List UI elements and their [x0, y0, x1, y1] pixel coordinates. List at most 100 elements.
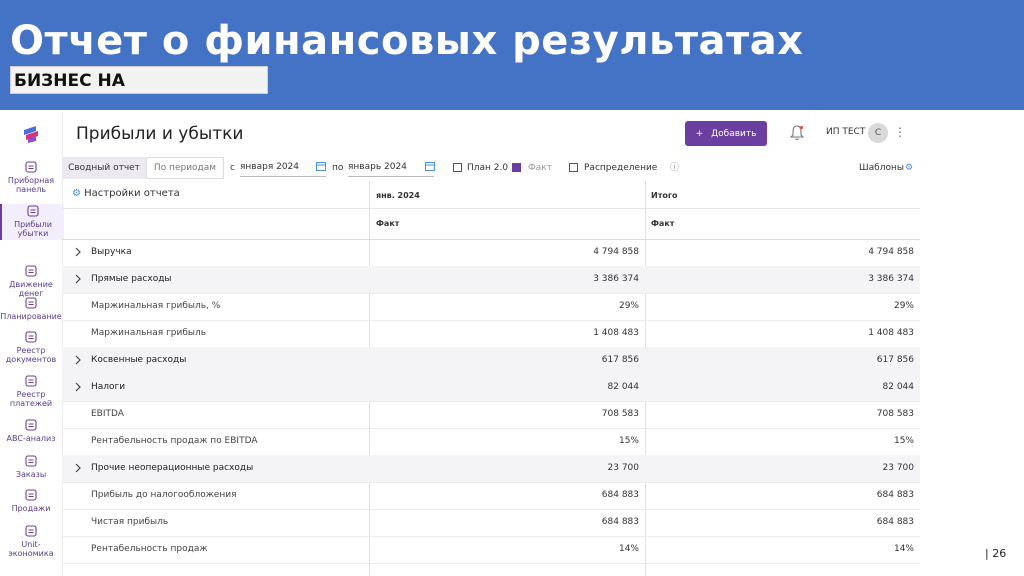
sidebar-item[interactable]: Реестр платежей — [0, 374, 62, 410]
sidebar-item-label: Реестр платежей — [9, 390, 53, 408]
sidebar-item[interactable]: Приборная панель — [0, 160, 62, 196]
chevron-right-icon[interactable] — [74, 274, 82, 284]
money-flow-icon — [25, 265, 37, 277]
brand-text: БИЗНЕС НА ЦИФРАХ — [14, 71, 125, 91]
cell-month-value: 617 856 — [601, 355, 639, 365]
tab-periods[interactable]: По периодам — [146, 157, 224, 179]
cell-month-value: 708 583 — [601, 409, 639, 419]
table-row[interactable]: Прочие неоперационные расходы 23 700 23 70… — [62, 455, 920, 483]
bell-icon[interactable] — [789, 124, 805, 142]
user-name[interactable]: ИП ТЕСТ — [826, 127, 865, 137]
chevron-right-icon[interactable] — [74, 382, 82, 392]
plan-checkbox[interactable] — [453, 163, 462, 172]
fact-label: Факт — [528, 163, 552, 173]
page-title: Прибыли и убытки — [76, 124, 244, 144]
avatar[interactable]: С — [868, 123, 888, 143]
calendar-icon[interactable] — [316, 161, 326, 171]
table-row[interactable]: Прямые расходы 3 386 374 3 386 374 — [62, 266, 920, 294]
sidebar-item-label: Приборная панель — [7, 176, 55, 194]
documents-icon — [25, 331, 37, 343]
cell-total-value: 684 883 — [876, 490, 914, 500]
payments-icon — [25, 375, 37, 387]
distribution-label: Распределение — [584, 163, 658, 173]
unit-icon — [25, 525, 37, 537]
sidebar-item[interactable]: Планирование — [0, 296, 62, 332]
row-label: Выручка — [91, 247, 132, 257]
row-label: Чистая прибыль — [91, 517, 169, 527]
cell-month-value: 14% — [618, 544, 639, 554]
sidebar-item-label: Unit-экономика — [8, 540, 54, 558]
table-row: Маржинальная грибыль, % 29% 29% — [62, 293, 920, 321]
sidebar-item[interactable]: ABC-анализ — [0, 418, 62, 454]
page-number: | 26 — [985, 547, 1007, 560]
tab-summary[interactable]: Сводный отчет — [62, 157, 146, 179]
sidebar-item[interactable]: Движение денег — [0, 264, 62, 300]
table-row: Чистая прибыль 684 883 684 883 — [62, 509, 920, 537]
cell-total-value: 14% — [893, 544, 914, 554]
cell-month-value: 15% — [618, 436, 639, 446]
calendar-icon[interactable] — [425, 161, 435, 171]
sidebar-item[interactable]: Реестр документов — [0, 330, 62, 366]
sidebar: Приборная панель Прибыли убытки Движение д… — [0, 112, 64, 576]
cell-month-value: 29% — [618, 301, 639, 311]
table-row: Маржинальная грибыль 1 408 483 1 408 483 — [62, 320, 920, 348]
slide-title: Отчет о финансовых результатах — [10, 18, 804, 64]
table-row[interactable]: Выручка 4 794 858 4 794 858 — [62, 239, 920, 267]
cell-total-value: 23 700 — [882, 463, 915, 473]
sales-icon — [25, 489, 37, 501]
chevron-right-icon[interactable] — [74, 247, 82, 257]
add-button[interactable]: + Добавить — [685, 121, 767, 146]
cell-total-value: 15% — [893, 436, 914, 446]
cell-total-value: 617 856 — [876, 355, 914, 365]
date-from-input[interactable]: января 2024 — [240, 159, 326, 177]
sidebar-item-label: ABC-анализ — [6, 434, 56, 443]
dashboard-icon — [25, 161, 37, 173]
row-label: Рентабельность продаж — [91, 544, 208, 554]
date-to-input[interactable]: январь 2024 — [348, 159, 434, 177]
sidebar-item[interactable]: Заказы — [0, 454, 62, 490]
row-label: EBITDA — [91, 409, 124, 419]
row-label: Маржинальная грибыль, % — [91, 301, 221, 311]
date-from-label: с — [230, 163, 235, 173]
cell-total-value: 82 044 — [882, 382, 915, 392]
cell-month-value: 3 386 374 — [593, 274, 639, 284]
cell-month-value: 82 044 — [607, 382, 640, 392]
cell-total-value: 1 408 483 — [868, 328, 914, 338]
cell-month-value: 4 794 858 — [593, 247, 639, 257]
sidebar-item-label: Планирование — [0, 312, 62, 321]
row-label: Маржинальная грибыль — [91, 328, 207, 338]
chevron-right-icon[interactable] — [74, 355, 82, 365]
app-window: Приборная панель Прибыли убытки Движение д… — [0, 112, 920, 576]
row-label: Прочие неоперационные расходы — [91, 463, 254, 473]
table-row: EBITDA 708 583 708 583 — [62, 401, 920, 429]
sidebar-item[interactable]: Unit-экономика — [0, 524, 62, 560]
templates-gear-icon[interactable]: ⚙ — [905, 157, 913, 179]
report-settings[interactable]: ⚙ Настройки отчета — [72, 188, 180, 199]
cell-total-value: 29% — [893, 301, 914, 311]
date-to-label: по — [332, 163, 344, 173]
row-label: Косвенные расходы — [91, 355, 187, 365]
row-label: Налоги — [91, 382, 126, 392]
chevron-right-icon[interactable] — [74, 463, 82, 473]
brand-badge: БИЗНЕС НА ЦИФРАХ — [10, 66, 268, 94]
column-header-total: Итого — [651, 191, 678, 200]
table-subheader: Факт Факт — [62, 208, 920, 240]
row-label: Прямые расходы — [91, 274, 172, 284]
sidebar-item[interactable]: Прибыли убытки — [0, 204, 64, 240]
report-toolbar: Сводный отчет По периодам с января 2024 … — [62, 157, 920, 179]
cell-total-value: 4 794 858 — [868, 247, 914, 257]
plan-label: План 2.0 — [467, 163, 509, 173]
fact-checkbox[interactable] — [512, 163, 521, 172]
column-subheader-total: Факт — [651, 219, 675, 228]
more-menu-icon[interactable]: ⋮ — [894, 125, 906, 139]
distribution-checkbox[interactable] — [569, 163, 578, 172]
table-row: Прибыль до налогообложения 684 883 684 883 — [62, 482, 920, 510]
table-row[interactable]: Налоги 82 044 82 044 — [62, 374, 920, 402]
table-row[interactable]: Косвенные расходы 617 856 617 856 — [62, 347, 920, 375]
orders-icon — [25, 455, 37, 467]
cell-month-value: 684 883 — [601, 517, 639, 527]
app-logo-icon — [24, 126, 38, 143]
templates-label[interactable]: Шаблоны — [859, 157, 904, 179]
sidebar-item[interactable]: Продажи — [0, 488, 62, 524]
help-icon[interactable]: ⓘ — [670, 157, 679, 179]
